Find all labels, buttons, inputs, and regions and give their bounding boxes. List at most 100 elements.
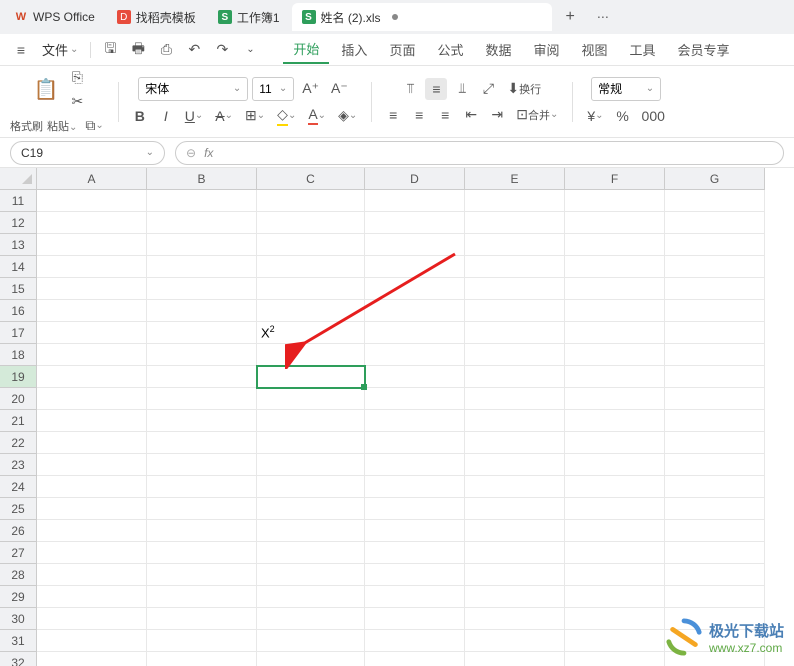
cell-G20[interactable] xyxy=(665,388,765,410)
font-color-icon[interactable]: A⌄ xyxy=(304,105,330,127)
wrap-text-button[interactable]: ⬇换行 xyxy=(503,78,545,100)
cell-E32[interactable] xyxy=(465,652,565,666)
cell-A30[interactable] xyxy=(37,608,147,630)
cell-F31[interactable] xyxy=(565,630,665,652)
row-header-16[interactable]: 16 xyxy=(0,300,37,322)
cell-C30[interactable] xyxy=(257,608,365,630)
undo-icon[interactable]: ↶ xyxy=(181,38,207,62)
cell-C32[interactable] xyxy=(257,652,365,666)
cell-F12[interactable] xyxy=(565,212,665,234)
row-header-30[interactable]: 30 xyxy=(0,608,37,630)
cell-D15[interactable] xyxy=(365,278,465,300)
cell-E21[interactable] xyxy=(465,410,565,432)
indent-decrease-icon[interactable]: ⇤ xyxy=(460,104,482,126)
cell-G29[interactable] xyxy=(665,586,765,608)
cell-A12[interactable] xyxy=(37,212,147,234)
tab-menu-button[interactable]: ⋯ xyxy=(589,10,617,24)
row-header-20[interactable]: 20 xyxy=(0,388,37,410)
cell-D24[interactable] xyxy=(365,476,465,498)
preview-icon[interactable]: ⎙ xyxy=(153,38,179,62)
cell-A18[interactable] xyxy=(37,344,147,366)
cell-B19[interactable] xyxy=(147,366,257,388)
cells-area[interactable]: X2 xyxy=(37,190,765,666)
cell-G17[interactable] xyxy=(665,322,765,344)
tab-template[interactable]: D 找稻壳模板 xyxy=(107,3,206,31)
col-header-A[interactable]: A xyxy=(37,168,147,190)
row-header-32[interactable]: 32 xyxy=(0,652,37,666)
row-header-22[interactable]: 22 xyxy=(0,432,37,454)
cell-B18[interactable] xyxy=(147,344,257,366)
cell-F29[interactable] xyxy=(565,586,665,608)
redo-icon[interactable]: ↷ xyxy=(209,38,235,62)
cell-A31[interactable] xyxy=(37,630,147,652)
cell-E15[interactable] xyxy=(465,278,565,300)
cell-D30[interactable] xyxy=(365,608,465,630)
cell-G22[interactable] xyxy=(665,432,765,454)
cell-G24[interactable] xyxy=(665,476,765,498)
cell-F28[interactable] xyxy=(565,564,665,586)
cell-A20[interactable] xyxy=(37,388,147,410)
cell-B11[interactable] xyxy=(147,190,257,212)
row-header-14[interactable]: 14 xyxy=(0,256,37,278)
cell-B28[interactable] xyxy=(147,564,257,586)
cell-G18[interactable] xyxy=(665,344,765,366)
format-brush-label[interactable]: 格式刷 xyxy=(10,118,43,134)
cell-B30[interactable] xyxy=(147,608,257,630)
font-size-select[interactable]: 11⌄ xyxy=(252,77,294,101)
copy-icon[interactable]: ⎘ xyxy=(66,67,88,89)
cell-E26[interactable] xyxy=(465,520,565,542)
align-left-icon[interactable]: ≡ xyxy=(382,104,404,126)
cell-G14[interactable] xyxy=(665,256,765,278)
cell-F16[interactable] xyxy=(565,300,665,322)
cell-G15[interactable] xyxy=(665,278,765,300)
col-header-B[interactable]: B xyxy=(147,168,257,190)
bold-icon[interactable]: B xyxy=(129,105,151,127)
tab-review[interactable]: 审阅 xyxy=(523,36,569,63)
cell-F26[interactable] xyxy=(565,520,665,542)
cell-F27[interactable] xyxy=(565,542,665,564)
col-header-C[interactable]: C xyxy=(257,168,365,190)
cell-A25[interactable] xyxy=(37,498,147,520)
cell-F14[interactable] xyxy=(565,256,665,278)
strikethrough-icon[interactable]: A⌄ xyxy=(211,105,237,127)
cell-G12[interactable] xyxy=(665,212,765,234)
cell-E14[interactable] xyxy=(465,256,565,278)
tab-member[interactable]: 会员专享 xyxy=(668,36,740,63)
cell-C12[interactable] xyxy=(257,212,365,234)
cell-C23[interactable] xyxy=(257,454,365,476)
cell-F19[interactable] xyxy=(565,366,665,388)
row-header-19[interactable]: 19 xyxy=(0,366,37,388)
cell-A23[interactable] xyxy=(37,454,147,476)
new-tab-button[interactable]: + xyxy=(558,8,583,26)
cell-F17[interactable] xyxy=(565,322,665,344)
cell-F15[interactable] xyxy=(565,278,665,300)
cell-E11[interactable] xyxy=(465,190,565,212)
hamburger-icon[interactable]: ≡ xyxy=(8,38,34,62)
row-header-24[interactable]: 24 xyxy=(0,476,37,498)
tab-data[interactable]: 数据 xyxy=(475,36,521,63)
cell-A21[interactable] xyxy=(37,410,147,432)
clipboard-icon[interactable]: 📋 xyxy=(29,79,62,101)
cell-B15[interactable] xyxy=(147,278,257,300)
cell-F21[interactable] xyxy=(565,410,665,432)
cell-B12[interactable] xyxy=(147,212,257,234)
col-header-E[interactable]: E xyxy=(465,168,565,190)
cell-A24[interactable] xyxy=(37,476,147,498)
cell-B31[interactable] xyxy=(147,630,257,652)
dropdown-icon[interactable]: ⌄ xyxy=(237,38,263,62)
cell-E17[interactable] xyxy=(465,322,565,344)
cut-icon[interactable]: ✂ xyxy=(66,91,88,113)
cell-B22[interactable] xyxy=(147,432,257,454)
cell-D20[interactable] xyxy=(365,388,465,410)
tab-page[interactable]: 页面 xyxy=(379,36,425,63)
row-header-27[interactable]: 27 xyxy=(0,542,37,564)
cell-G19[interactable] xyxy=(665,366,765,388)
select-all-corner[interactable] xyxy=(0,168,37,190)
cell-C27[interactable] xyxy=(257,542,365,564)
number-format-select[interactable]: 常规⌄ xyxy=(591,77,661,101)
cell-F24[interactable] xyxy=(565,476,665,498)
cell-D18[interactable] xyxy=(365,344,465,366)
tab-tools[interactable]: 工具 xyxy=(620,36,666,63)
cell-G23[interactable] xyxy=(665,454,765,476)
cell-C24[interactable] xyxy=(257,476,365,498)
